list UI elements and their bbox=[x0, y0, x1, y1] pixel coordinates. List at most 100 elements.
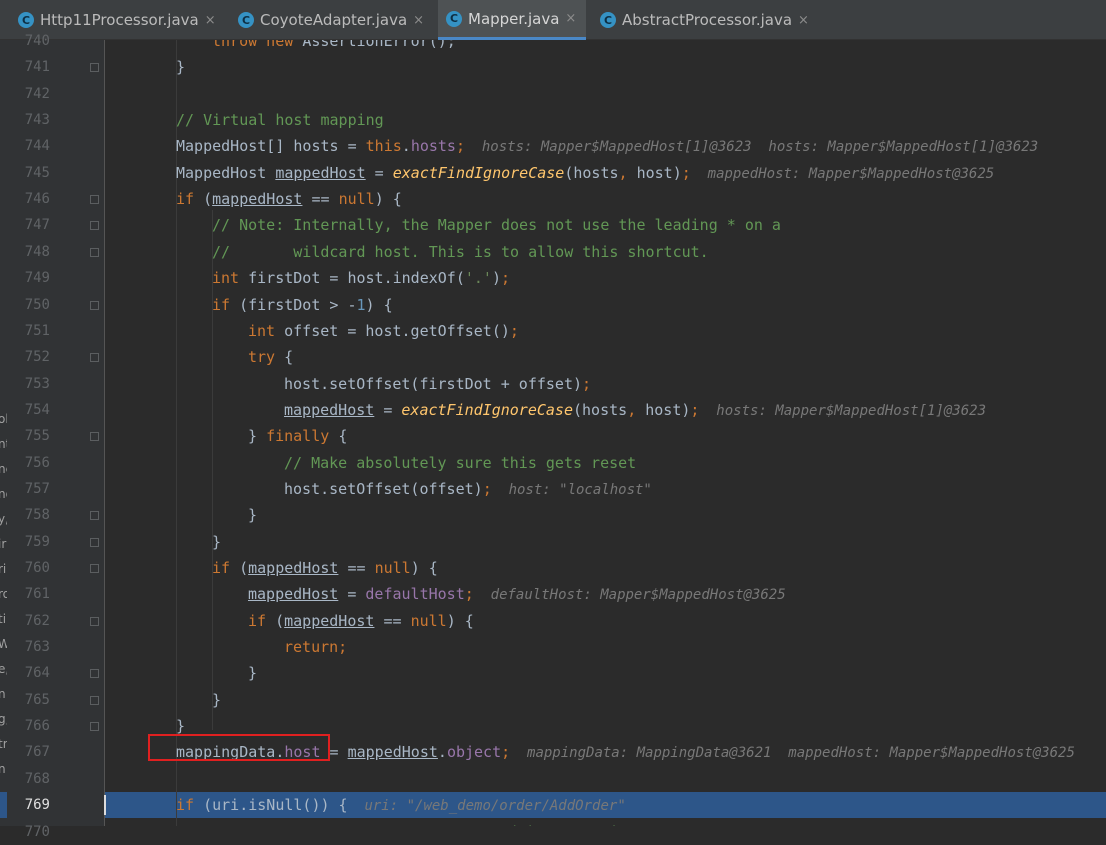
close-icon[interactable]: × bbox=[565, 11, 576, 26]
line-number[interactable]: 762 bbox=[7, 608, 50, 634]
line-number[interactable]: 765 bbox=[7, 687, 50, 713]
code-line[interactable]: // Note: Internally, the Mapper does not… bbox=[212, 212, 781, 238]
inline-debug-value: uri: "/web_demo/order/AddOrder" bbox=[347, 798, 626, 815]
code-token: } bbox=[248, 664, 258, 683]
fold-marker-icon[interactable] bbox=[90, 669, 99, 679]
code-line[interactable]: host.setOffset(firstDot + offset); bbox=[284, 371, 591, 397]
fold-marker-icon[interactable] bbox=[90, 722, 99, 732]
code-line[interactable]: if (mappedHost == null) { bbox=[212, 555, 438, 581]
code-line[interactable]: MappedHost mappedHost = exactFindIgnoreC… bbox=[176, 160, 994, 186]
line-number[interactable]: 740 bbox=[7, 28, 50, 54]
line-number[interactable]: 754 bbox=[7, 397, 50, 423]
code-line[interactable]: throw new AssertionError(); bbox=[212, 40, 456, 54]
fold-marker-icon[interactable] bbox=[90, 432, 99, 442]
code-line[interactable]: } bbox=[212, 687, 221, 713]
line-number[interactable]: 758 bbox=[7, 502, 50, 528]
line-number[interactable]: 741 bbox=[7, 54, 50, 80]
line-number[interactable]: 756 bbox=[7, 450, 50, 476]
code-token: object bbox=[446, 743, 502, 762]
line-number[interactable]: 752 bbox=[7, 344, 50, 370]
code-editor[interactable]: throw new AssertionError();} // Virtual h… bbox=[105, 40, 1106, 826]
fold-marker-icon[interactable] bbox=[90, 695, 99, 705]
fold-marker-icon[interactable] bbox=[90, 564, 99, 573]
code-line[interactable]: // Virtual host mapping bbox=[176, 107, 384, 133]
code-line[interactable]: } bbox=[212, 529, 221, 555]
line-number[interactable]: 768 bbox=[7, 766, 50, 792]
code-line[interactable]: // wildcard host. This is to allow this … bbox=[212, 239, 709, 265]
code-line[interactable]: // Can't map context or wrapper without … bbox=[212, 819, 618, 827]
line-number[interactable]: 743 bbox=[7, 107, 50, 133]
line-number[interactable]: 748 bbox=[7, 239, 50, 265]
code-line[interactable]: return; bbox=[284, 634, 347, 660]
close-icon[interactable]: × bbox=[413, 13, 424, 28]
line-number[interactable]: 769 bbox=[7, 792, 50, 818]
fold-marker-icon[interactable] bbox=[90, 511, 99, 521]
line-number[interactable]: 750 bbox=[7, 292, 50, 318]
code-token: int bbox=[248, 321, 285, 340]
code-line[interactable]: try { bbox=[248, 344, 293, 370]
code-token: exactFindIgnoreCase bbox=[392, 163, 565, 182]
close-icon[interactable]: × bbox=[205, 13, 216, 28]
tab-mapper[interactable]: C Mapper.java × bbox=[438, 0, 586, 40]
code-line[interactable]: // Make absolutely sure this gets reset bbox=[284, 450, 636, 476]
line-number[interactable]: 761 bbox=[7, 581, 50, 607]
code-line[interactable]: } bbox=[176, 54, 185, 80]
line-number[interactable]: 770 bbox=[7, 819, 50, 845]
line-number[interactable]: 763 bbox=[7, 634, 50, 660]
fold-marker-icon[interactable] bbox=[90, 300, 99, 310]
line-number[interactable]: 757 bbox=[7, 476, 50, 502]
code-line[interactable]: int offset = host.getOffset(); bbox=[248, 318, 519, 344]
fold-marker-icon[interactable] bbox=[90, 63, 99, 73]
code-token: ( bbox=[239, 559, 249, 577]
code-token: , bbox=[618, 163, 637, 182]
close-icon[interactable]: × bbox=[798, 13, 809, 28]
code-line[interactable]: if (uri.isNull()) { uri: "/web_demo/orde… bbox=[176, 792, 626, 818]
fold-marker-icon[interactable] bbox=[90, 195, 99, 205]
line-number[interactable]: 747 bbox=[7, 212, 50, 238]
line-number[interactable]: 744 bbox=[7, 133, 50, 159]
code-token: // Note: Internally, the Mapper does not… bbox=[212, 216, 781, 235]
line-number[interactable]: 766 bbox=[7, 713, 50, 739]
line-number[interactable]: 749 bbox=[7, 265, 50, 291]
fold-marker-icon[interactable] bbox=[90, 247, 99, 257]
inline-debug-value: mappingData: MappingData@3621 mappedHost… bbox=[510, 745, 1075, 762]
line-number[interactable]: 764 bbox=[7, 660, 50, 686]
line-number[interactable]: 746 bbox=[7, 186, 50, 212]
line-number[interactable]: 745 bbox=[7, 160, 50, 186]
code-line[interactable]: int firstDot = host.indexOf('.'); bbox=[212, 265, 510, 291]
code-token: { bbox=[338, 427, 348, 446]
line-number[interactable]: 759 bbox=[7, 529, 50, 555]
code-line[interactable]: } bbox=[248, 502, 257, 528]
code-token: // Make absolutely sure this gets reset bbox=[284, 453, 637, 472]
tab-coyoteadapter[interactable]: C CoyoteAdapter.java × bbox=[230, 0, 434, 40]
code-line[interactable]: MappedHost[] hosts = this.hosts; hosts: … bbox=[176, 133, 1038, 159]
code-line[interactable]: if (mappedHost == null) { bbox=[176, 186, 402, 212]
code-token: throw new bbox=[212, 40, 303, 50]
code-line[interactable]: host.setOffset(offset); host: "localhost… bbox=[284, 476, 652, 502]
code-line[interactable]: mappedHost = exactFindIgnoreCase(hosts, … bbox=[284, 397, 986, 423]
line-number[interactable]: 751 bbox=[7, 318, 50, 344]
fold-marker-icon[interactable] bbox=[90, 353, 99, 363]
tab-abstractprocessor[interactable]: C AbstractProcessor.java × bbox=[592, 0, 822, 40]
code-token: ; bbox=[482, 479, 492, 498]
code-token: mappedHost bbox=[212, 190, 303, 209]
code-token: if bbox=[248, 611, 276, 630]
line-number[interactable]: 753 bbox=[7, 371, 50, 397]
code-line[interactable]: mappedHost = defaultHost; defaultHost: M… bbox=[248, 581, 786, 607]
fold-marker-icon[interactable] bbox=[90, 616, 99, 626]
left-panel-fragments: olntnengy,irrirotiWe,ng,trn bbox=[0, 40, 13, 826]
code-token: ) bbox=[491, 269, 501, 288]
code-line[interactable]: if (mappedHost == null) { bbox=[248, 608, 474, 634]
code-line[interactable]: } finally { bbox=[248, 423, 347, 449]
line-number[interactable]: 760 bbox=[7, 555, 50, 581]
fold-marker-icon[interactable] bbox=[90, 221, 99, 231]
code-line[interactable]: if (firstDot > -1) { bbox=[212, 292, 393, 318]
code-token: ; bbox=[681, 163, 691, 182]
code-token: host) bbox=[636, 163, 682, 182]
highlight-annotation-box bbox=[148, 734, 330, 761]
line-number[interactable]: 742 bbox=[7, 81, 50, 107]
line-number[interactable]: 755 bbox=[7, 423, 50, 449]
line-number[interactable]: 767 bbox=[7, 739, 50, 765]
code-line[interactable]: } bbox=[248, 660, 257, 686]
fold-marker-icon[interactable] bbox=[90, 537, 99, 547]
